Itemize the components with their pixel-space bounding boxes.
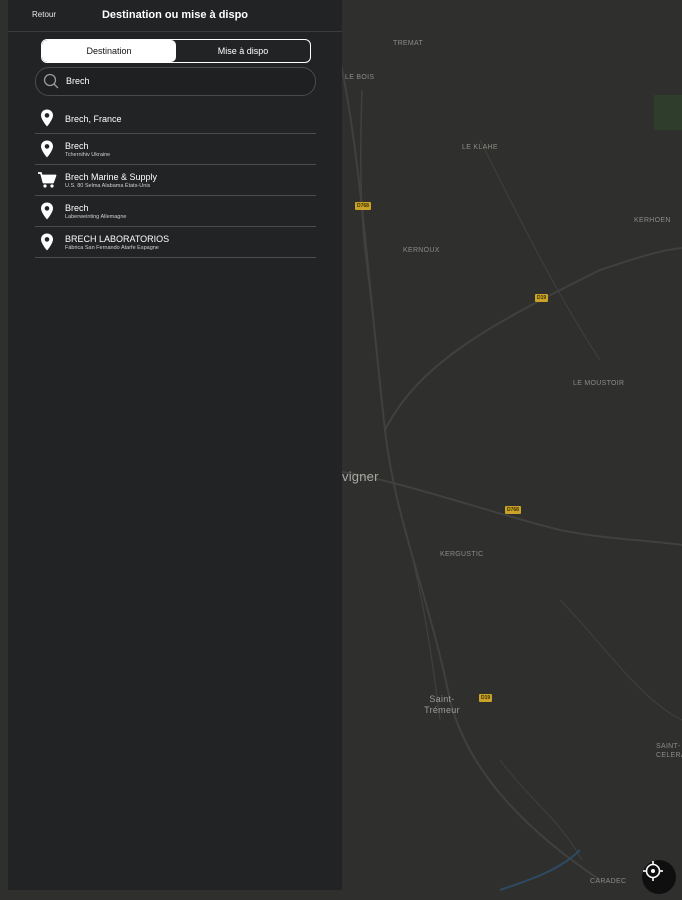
map-place-label: KERGUSTIC: [440, 551, 484, 558]
locate-me-button[interactable]: [642, 860, 676, 894]
result-subtitle: Fábrica San Fernando Atarfe Espagne: [65, 245, 159, 251]
location-pin-icon: [41, 202, 53, 220]
result-subtitle: U.S. 80 Selma Alabama États-Unis: [65, 183, 151, 189]
map-place-label: LE BOIS: [345, 74, 375, 81]
location-pin-icon: [41, 233, 53, 251]
map-place-label: LE MOUSTOIR: [573, 380, 625, 387]
result-subtitle: Laberweinting Allemagne: [65, 214, 127, 220]
destination-panel: Retour Destination ou mise à dispo Desti…: [8, 0, 342, 890]
shopping-cart-icon: [38, 172, 57, 188]
result-title: Brech Marine & Supply: [65, 172, 158, 182]
location-pin-icon: [41, 140, 53, 158]
list-item[interactable]: Brech Marine & Supply U.S. 80 Selma Alab…: [35, 165, 316, 196]
result-title: BRECH LABORATORIOS: [65, 234, 170, 244]
map-place-label: KERHOEN: [634, 217, 671, 224]
map-place-label: LE KLAHE: [462, 144, 498, 151]
search-icon: [43, 73, 59, 89]
map-town-label: Saint- Trémeur: [420, 694, 464, 716]
search-results-list: Brech, France Brech Tchernihiv Ukraine B…: [35, 103, 316, 258]
map-town-label-line2: Trémeur: [424, 705, 460, 715]
map-place-label-line2: CELERAIN: [656, 752, 682, 759]
search-input[interactable]: [66, 74, 296, 88]
result-title: Brech: [65, 203, 89, 213]
map-place-label: TREMAT: [393, 40, 424, 47]
location-pin-icon: [41, 109, 53, 127]
road-shield: D19: [479, 694, 493, 702]
road-shield: D768: [355, 202, 371, 210]
map-place-label-line1: SAINT-: [656, 743, 681, 750]
page-title: Destination ou mise à dispo: [101, 9, 249, 21]
map-town-label: vigner: [342, 469, 379, 484]
map-place-label: KERNOUX: [403, 247, 440, 254]
search-bar: [35, 67, 316, 96]
map-town-label-line1: Saint-: [429, 694, 455, 704]
list-item[interactable]: Brech Tchernihiv Ukraine: [35, 134, 316, 165]
crosshair-icon: [643, 861, 663, 881]
map-place-label: SAINT- CELERAIN: [656, 742, 682, 760]
result-title: Brech, France: [65, 114, 122, 124]
panel-header: Retour Destination ou mise à dispo: [8, 0, 342, 32]
road-shield: D768: [505, 506, 521, 514]
tab-mise-a-dispo[interactable]: Mise à dispo: [176, 40, 310, 62]
map-place-label: CARADEC: [590, 878, 627, 885]
list-item[interactable]: Brech, France: [35, 103, 316, 134]
tab-destination[interactable]: Destination: [42, 40, 176, 62]
mode-segmented-control: Destination Mise à dispo: [41, 39, 311, 63]
road-shield: D19: [535, 294, 549, 302]
list-item[interactable]: BRECH LABORATORIOS Fábrica San Fernando …: [35, 227, 316, 258]
result-title: Brech: [65, 141, 89, 151]
result-subtitle: Tchernihiv Ukraine: [65, 152, 111, 158]
list-item[interactable]: Brech Laberweinting Allemagne: [35, 196, 316, 227]
